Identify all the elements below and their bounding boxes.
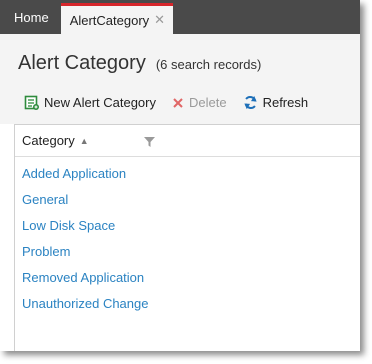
tab-alert-category[interactable]: AlertCategory ✕ xyxy=(60,3,174,34)
category-grid: Category ▲ Added Application General Low… xyxy=(14,124,360,351)
tab-home-label: Home xyxy=(14,9,49,25)
page-header: Alert Category (6 search records) New Al… xyxy=(0,34,360,124)
toolbar: New Alert Category Delete Refresh xyxy=(24,95,324,110)
grid-header: Category ▲ xyxy=(15,125,360,157)
delete-button[interactable]: Delete xyxy=(172,95,227,110)
delete-label: Delete xyxy=(189,95,227,110)
table-row[interactable]: General xyxy=(15,187,360,213)
table-row[interactable]: Problem xyxy=(15,239,360,265)
filter-icon[interactable] xyxy=(144,135,155,150)
refresh-button[interactable]: Refresh xyxy=(243,95,309,110)
grid-rows: Added Application General Low Disk Space… xyxy=(15,157,360,317)
tab-home[interactable]: Home xyxy=(6,2,57,32)
table-row[interactable]: Added Application xyxy=(15,161,360,187)
table-row[interactable]: Removed Application xyxy=(15,265,360,291)
refresh-icon xyxy=(243,95,258,110)
app-window: Home AlertCategory ✕ Alert Category (6 s… xyxy=(0,0,360,351)
table-row[interactable]: Unauthorized Change xyxy=(15,291,360,317)
new-alert-category-label: New Alert Category xyxy=(44,95,156,110)
record-count: (6 search records) xyxy=(155,57,262,72)
title-row: Alert Category (6 search records) xyxy=(18,52,261,75)
refresh-label: Refresh xyxy=(262,95,309,110)
tab-alert-category-label: AlertCategory xyxy=(69,12,150,28)
new-record-icon xyxy=(24,95,39,110)
tab-bar: Home AlertCategory ✕ xyxy=(0,0,360,34)
page-title: Alert Category xyxy=(18,52,146,74)
delete-icon xyxy=(172,97,184,109)
sort-ascending-icon[interactable]: ▲ xyxy=(80,136,89,146)
table-row[interactable]: Low Disk Space xyxy=(15,213,360,239)
close-icon[interactable]: ✕ xyxy=(154,12,165,28)
new-alert-category-button[interactable]: New Alert Category xyxy=(24,95,156,110)
column-header-category[interactable]: Category xyxy=(22,133,75,148)
